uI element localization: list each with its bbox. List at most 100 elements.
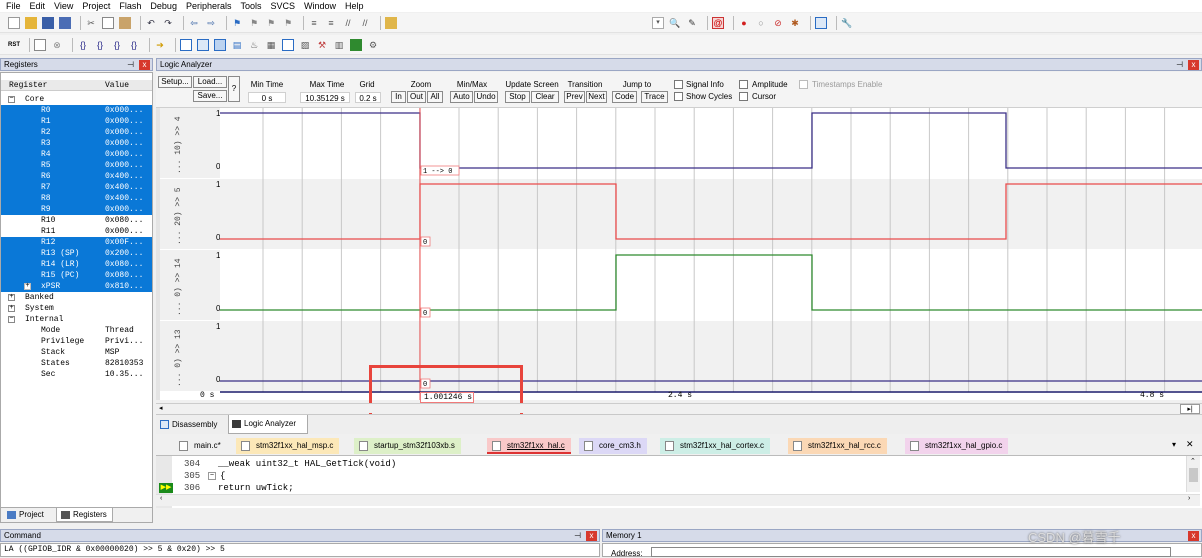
register-row[interactable]: R11 0x000... — [1, 226, 152, 237]
help-button[interactable]: ? — [228, 76, 240, 102]
code-line[interactable]: 306 return uwTick; — [156, 482, 1186, 494]
breakpoint-disable-icon[interactable]: ○ — [755, 17, 767, 29]
register-row[interactable]: R14 (LR) 0x080... — [1, 259, 152, 270]
file-tab-hal-cortex[interactable]: stm32f1xx_hal_cortex.c — [660, 438, 771, 454]
load-button[interactable]: Load... — [193, 76, 227, 88]
expand-icon[interactable]: + — [8, 294, 15, 301]
register-group-banked[interactable]: + Banked — [1, 292, 152, 303]
nav-back-icon[interactable]: ⇦ — [188, 17, 200, 29]
register-value[interactable]: 0x000... — [105, 127, 143, 138]
internal-row[interactable]: States 82810353 — [1, 358, 152, 369]
menu-help[interactable]: Help — [345, 1, 364, 11]
menu-window[interactable]: Window — [304, 1, 336, 11]
menu-edit[interactable]: Edit — [30, 1, 46, 11]
register-row[interactable]: R2 0x000... — [1, 127, 152, 138]
breakpoint-kill-icon[interactable]: ⊘ — [772, 17, 784, 29]
show-cycles-checkbox[interactable] — [674, 92, 683, 101]
menu-flash[interactable]: Flash — [119, 1, 141, 11]
step-out-icon[interactable]: {} — [111, 39, 123, 51]
internal-row[interactable]: Mode Thread — [1, 325, 152, 336]
memory-window-icon[interactable] — [282, 38, 294, 51]
bookmark-icon[interactable]: ⚑ — [231, 17, 243, 29]
open-folder-icon[interactable] — [25, 16, 37, 29]
scroll-left-icon[interactable]: ◂ — [159, 404, 163, 412]
register-value[interactable]: 0x000... — [105, 160, 143, 171]
unindent-icon[interactable]: ≡ — [325, 17, 337, 29]
register-value[interactable]: 0x200... — [105, 248, 143, 259]
internal-row[interactable]: Sec 10.35... — [1, 369, 152, 380]
register-value[interactable]: 0x400... — [105, 182, 143, 193]
close-icon[interactable]: x — [1188, 60, 1199, 70]
expand-icon[interactable]: + — [8, 305, 15, 312]
trace-window-icon[interactable]: ▥ — [333, 39, 345, 51]
scroll-right-icon[interactable]: › — [1188, 495, 1190, 502]
registers-window-icon[interactable]: ▤ — [231, 39, 243, 51]
cut-icon[interactable]: ✂ — [85, 17, 97, 29]
reset-icon[interactable]: RST — [8, 39, 20, 51]
uncomment-icon[interactable]: // — [359, 17, 371, 29]
channel-label[interactable]: ... 0) >> 13 1 0 — [160, 321, 220, 391]
collapse-icon[interactable]: − — [8, 96, 15, 103]
settings-icon[interactable]: ✱ — [789, 17, 801, 29]
menu-view[interactable]: View — [54, 1, 73, 11]
editor-h-scrollbar[interactable]: ‹ › — [156, 494, 1200, 506]
file-tab-hal-msp[interactable]: stm32f1xx_hal_msp.c — [236, 438, 340, 454]
breakpoint-icon[interactable]: ● — [738, 17, 750, 29]
indent-icon[interactable]: ≡ — [308, 17, 320, 29]
window-layout-icon[interactable] — [815, 16, 827, 29]
analysis-window-icon[interactable]: ⚒ — [316, 39, 328, 51]
new-file-icon[interactable] — [8, 16, 20, 29]
copy-icon[interactable] — [102, 16, 114, 29]
file-tab-hal-c[interactable]: stm32f1xx_hal.c — [487, 438, 571, 454]
register-value[interactable]: 0x080... — [105, 270, 143, 281]
register-row[interactable]: R6 0x400... — [1, 171, 152, 182]
tabs-dropdown-icon[interactable]: ▾ — [1172, 440, 1176, 449]
undo-button[interactable]: Undo — [474, 91, 498, 103]
waveform-plot[interactable]: 1 --> 0000 — [220, 108, 1202, 400]
show-next-statement-icon[interactable]: ➔ — [154, 39, 166, 51]
register-row[interactable]: R3 0x000... — [1, 138, 152, 149]
find-dropdown-icon[interactable]: ▾ — [652, 16, 664, 29]
trace-button[interactable]: Trace — [641, 91, 668, 103]
internal-row[interactable]: Privilege Privi... — [1, 336, 152, 347]
call-stack-icon[interactable]: ♨ — [248, 39, 260, 51]
nav-forward-icon[interactable]: ⇨ — [205, 17, 217, 29]
scroll-up-icon[interactable]: ⌃ — [1190, 457, 1196, 465]
serial-window-icon[interactable]: ▨ — [299, 39, 311, 51]
pin-icon[interactable]: ⊣ — [1176, 60, 1183, 69]
symbols-window-icon[interactable] — [214, 38, 226, 51]
tab-logic-analyzer[interactable]: Logic Analyzer — [228, 415, 308, 434]
prev-button[interactable]: Prev — [564, 91, 585, 103]
run-to-cursor-icon[interactable]: {} — [128, 39, 140, 51]
find-icon[interactable]: 🔍 — [669, 17, 681, 29]
expand-icon[interactable]: + — [24, 283, 31, 290]
close-icon[interactable]: x — [586, 531, 597, 541]
undo-icon[interactable]: ↶ — [145, 17, 157, 29]
paste-icon[interactable] — [119, 16, 131, 29]
menu-svcs[interactable]: SVCS — [271, 1, 296, 11]
register-group-core[interactable]: − Core — [1, 94, 152, 105]
disassembly-window-icon[interactable] — [197, 38, 209, 51]
toolbox-icon[interactable]: ⚙ — [367, 39, 379, 51]
command-window-icon[interactable] — [180, 38, 192, 51]
scroll-thumb[interactable] — [1189, 468, 1198, 482]
auto-button[interactable]: Auto — [450, 91, 473, 103]
close-icon[interactable]: x — [1188, 531, 1199, 541]
cursor-checkbox[interactable] — [739, 92, 748, 101]
code-line[interactable]: 305−{ — [156, 470, 1186, 482]
signal-info-checkbox[interactable] — [674, 80, 683, 89]
channel-label[interactable]: ... 20) >> 510 — [160, 179, 220, 249]
file-tab-hal-gpio[interactable]: stm32f1xx_hal_gpio.c — [905, 438, 1009, 454]
register-row[interactable]: R8 0x400... — [1, 193, 152, 204]
file-tab-hal-rcc[interactable]: stm32f1xx_hal_rcc.c — [788, 438, 887, 454]
close-icon[interactable]: x — [139, 60, 150, 70]
scroll-left-icon[interactable]: ‹ — [160, 495, 162, 502]
register-row[interactable]: R7 0x400... — [1, 182, 152, 193]
incremental-find-icon[interactable]: ✎ — [686, 17, 698, 29]
register-value[interactable]: 0x080... — [105, 259, 143, 270]
save-button[interactable]: Save... — [193, 90, 227, 102]
debug-session-icon[interactable]: @ — [712, 16, 724, 29]
file-tab-core-cm3[interactable]: core_cm3.h — [579, 438, 647, 454]
register-row[interactable]: R12 0x00F... — [1, 237, 152, 248]
timestamps-checkbox[interactable] — [799, 80, 808, 89]
